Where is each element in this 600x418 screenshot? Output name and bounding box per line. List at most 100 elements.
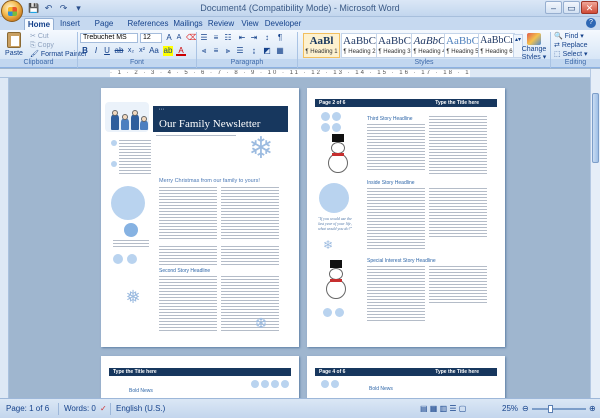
tab-mailings[interactable]: Mailings [170,18,206,30]
font-group-label: Font [78,59,196,67]
tab-home[interactable]: Home [24,18,54,30]
select-button[interactable]: ⬚ Select ▾ [554,50,587,59]
pull-quote: "If you would use the last year of your … [317,216,352,231]
numbering-icon[interactable]: ≡ [211,33,221,43]
close-button[interactable]: ✕ [581,1,598,14]
clipboard-group-label: Clipboard [0,59,77,67]
bold-news-heading: Bold News [369,386,393,392]
style-heading-4[interactable]: AaBbC ¶ Heading 4 [411,33,448,58]
style-heading-3[interactable]: AaBbC ¶ Heading 3 [376,33,413,58]
zoom-slider[interactable] [532,408,586,410]
format-painter-button[interactable]: 🖌 Format Painter [30,50,87,59]
underline-button[interactable]: U [102,46,112,56]
increase-indent-icon[interactable]: ⇥ [249,33,259,43]
page-4[interactable]: Page 4 of 6 Type the Title here Bold News [307,356,505,398]
office-button[interactable] [1,0,23,22]
shrink-font-icon[interactable]: A [174,33,184,43]
page-1[interactable]: Our Family Newsletter ▪ ▪ ▪ ❄ Merry Chri… [101,88,299,347]
justify-icon[interactable]: ☰ [235,46,245,56]
style-heading-5[interactable]: AaBbC ¶ Heading 5 [444,33,481,58]
italic-button[interactable]: I [91,46,101,56]
show-formatting-icon[interactable]: ¶ [275,33,285,43]
word-count[interactable]: Words: 0 [64,403,96,415]
vertical-ruler[interactable] [0,78,9,398]
clear-formatting-icon[interactable]: ⌫ [186,33,197,43]
line-spacing-icon[interactable]: ↨ [249,46,259,56]
page-header-band: Type the Title here [109,368,291,376]
family-clipart [105,102,149,132]
copy-button[interactable]: ⎘ Copy [30,41,54,50]
page-2[interactable]: Page 2 of 6 Type the Title here "If you w… [307,88,505,347]
zoom-level[interactable]: 25% [502,403,518,415]
status-bar: Page: 1 of 6 Words: 0 ✓ English (U.S.) ▤… [0,398,600,418]
view-buttons[interactable]: ▤ ▦ ▥ ☰ ▢ [420,403,466,415]
replace-button[interactable]: ⇄ Replace [554,41,588,50]
second-story-heading: Second Story Headline [159,268,211,274]
zoom-slider-thumb[interactable] [548,405,553,413]
borders-icon[interactable]: ▦ [275,46,285,56]
page-header-band: Page 4 of 6 Type the Title here [315,368,497,376]
proofing-icon[interactable]: ✓ [100,403,107,415]
style-heading-2[interactable]: AaBbC ¶ Heading 2 [341,33,378,58]
minimize-button[interactable]: – [545,1,562,14]
tab-insert[interactable]: Insert [56,18,84,30]
window-title: Document4 (Compatibility Mode) - Microso… [200,3,400,13]
zoom-out-button[interactable]: ⊖ [522,403,529,415]
bold-button[interactable]: B [80,46,90,56]
clipboard-icon [7,32,21,48]
align-left-icon[interactable]: ⫷ [199,46,209,56]
snowflake-icon: ❄ [322,238,334,252]
font-size-select[interactable]: 12 [140,33,162,43]
superscript-button[interactable]: x² [137,46,147,56]
language[interactable]: English (U.S.) [116,403,165,415]
strikethrough-button[interactable]: ab [114,46,124,56]
align-right-icon[interactable]: ⫸ [223,46,233,56]
bullets-icon[interactable]: ☰ [199,33,209,43]
vertical-scrollbar[interactable] [590,69,600,398]
style-heading-1[interactable]: AaBl ¶ Heading 1 [303,33,340,58]
style-heading-6[interactable]: AaBbCı ¶ Heading 6 [478,33,515,58]
horizontal-ruler[interactable]: · 1 · 2 · 3 · 4 · 5 · 6 · 7 · 8 · 9 · 10… [0,69,600,78]
page-count[interactable]: Page: 1 of 6 [6,403,49,415]
multilevel-list-icon[interactable]: ☷ [223,33,233,43]
tab-view[interactable]: View [236,18,264,30]
snowflake-icon: ❆ [255,315,267,331]
snowman-clipart [325,260,347,300]
decorative-circle [111,186,145,220]
font-color-icon[interactable]: A [176,46,186,56]
sort-icon[interactable]: ↕ [262,33,272,43]
font-name-select[interactable]: Trebuchet MS [80,33,138,43]
page-header-band: Page 2 of 6 Type the Title here [315,99,497,107]
highlight-color-icon[interactable]: ab [163,46,173,56]
ribbon: Paste ✂ Cut ⎘ Copy 🖌 Format Painter Clip… [0,30,600,68]
shading-icon[interactable]: ◩ [262,46,272,56]
zoom-in-button[interactable]: ⊕ [589,403,596,415]
greeting-heading: Merry Christmas from our family to yours… [159,178,260,184]
grow-font-icon[interactable]: A [164,33,174,43]
tab-references[interactable]: References [126,18,170,30]
paste-button[interactable]: Paste [3,32,25,61]
document-canvas[interactable]: Our Family Newsletter ▪ ▪ ▪ ❄ Merry Chri… [9,78,590,398]
find-button[interactable]: 🔍 Find ▾ [554,32,584,41]
bold-news-heading: Bold News [129,388,153,394]
decrease-indent-icon[interactable]: ⇤ [237,33,247,43]
scrollbar-thumb[interactable] [592,93,599,163]
align-center-icon[interactable]: ≡ [211,46,221,56]
subscript-button[interactable]: x₂ [126,46,136,56]
maximize-button[interactable]: ▭ [563,1,580,14]
change-case-icon[interactable]: Aa [149,46,159,56]
tab-page-layout[interactable]: Page Layout [84,18,124,40]
third-story-heading: Third Story Headline [367,116,413,122]
change-styles-icon [527,33,541,45]
special-interest-heading: Special Interest Story Headline [367,258,436,264]
change-styles-button[interactable]: Change Styles ▾ [519,33,549,62]
tab-developer[interactable]: Developer [263,18,303,30]
page-3[interactable]: Type the Title here Bold News [101,356,299,398]
tab-review[interactable]: Review [205,18,237,30]
help-icon[interactable]: ? [586,18,596,28]
title-bar: 💾 ↶ ↷ ▾ Document4 (Compatibility Mode) -… [0,0,600,17]
snowflake-icon: ❄ [248,132,274,165]
cut-button[interactable]: ✂ Cut [30,32,49,41]
editing-group-label: Editing [551,59,600,67]
inside-story-heading: Inside Story Headline [367,180,415,186]
